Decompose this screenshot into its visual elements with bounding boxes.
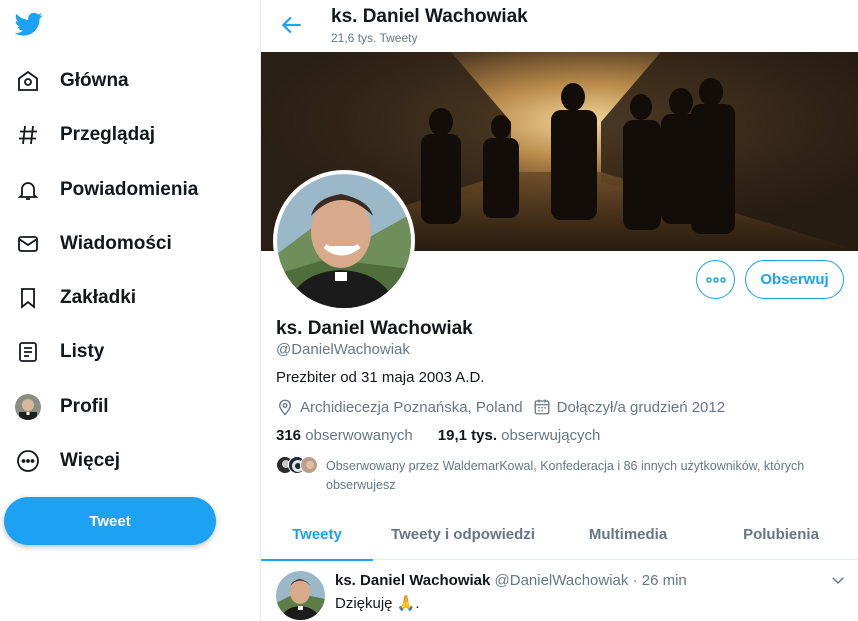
profile-name: ks. Daniel Wachowiak [276, 318, 473, 339]
avatar [14, 393, 42, 421]
sidebar-item-label: Profil [60, 396, 109, 417]
sidebar-item-messages[interactable]: Wiadomości [0, 224, 172, 264]
bookmark-icon [14, 284, 42, 312]
sidebar-item-more[interactable]: Więcej [0, 441, 120, 481]
profile-tabs: Tweety Tweety i odpowiedzi Multimedia Po… [261, 508, 858, 561]
followers-you-know-avatars[interactable] [276, 456, 318, 474]
sidebar-item-home[interactable]: Główna [0, 61, 129, 101]
tweet-header: ks. Daniel Wachowiak @DanielWachowiak · … [335, 572, 687, 589]
envelope-icon [14, 230, 42, 258]
profile-avatar[interactable] [273, 170, 415, 312]
avatar [300, 456, 318, 474]
tweet-time[interactable]: · 26 min [633, 572, 687, 589]
tweet-text: Dziękuję 🙏. [335, 595, 420, 612]
chevron-down-icon[interactable] [829, 571, 847, 589]
location-text: Archidiecezja Poznańska, Poland [300, 398, 523, 416]
sidebar-item-label: Główna [60, 70, 129, 91]
sidebar-item-label: Zakładki [60, 287, 137, 308]
page-title: ks. Daniel Wachowiak [331, 6, 528, 27]
more-options-button[interactable] [696, 260, 735, 299]
tab-tweets-and-replies[interactable]: Tweety i odpowiedzi [373, 508, 553, 560]
more-circle-icon [14, 447, 42, 475]
tweet-item[interactable]: ks. Daniel Wachowiak @DanielWachowiak · … [261, 561, 858, 621]
sidebar-item-label: Listy [60, 341, 105, 362]
bell-icon [14, 176, 42, 204]
sidebar-item-label: Powiadomienia [60, 179, 199, 200]
tab-tweets[interactable]: Tweety [261, 508, 373, 561]
tweet-count: 21,6 tys. Tweety [331, 31, 418, 45]
list-icon [14, 338, 42, 366]
sidebar-item-lists[interactable]: Listy [0, 332, 104, 372]
tab-media[interactable]: Multimedia [553, 508, 703, 560]
calendar-icon [534, 399, 550, 415]
location-pin-icon [279, 399, 291, 416]
profile-stats: 316 obserwowanych 19,1 tys. obserwującyc… [276, 427, 600, 444]
followed-by-text[interactable]: Obserwowany przez WaldemarKowal, Konfede… [326, 457, 846, 495]
profile-bio: Prezbiter od 31 maja 2003 A.D. [276, 369, 485, 386]
following-label: obserwowanych [305, 427, 413, 444]
profile-header-bar: ks. Daniel Wachowiak 21,6 tys. Tweety [261, 0, 858, 52]
home-icon [14, 67, 42, 95]
hashtag-icon [14, 121, 42, 149]
more-dots-icon [705, 276, 726, 283]
tweet-author-name[interactable]: ks. Daniel Wachowiak [335, 572, 490, 589]
tab-likes[interactable]: Polubienia [703, 508, 858, 560]
followers-label: obserwujących [501, 427, 601, 444]
sidebar-item-explore[interactable]: Przeglądaj [0, 115, 155, 155]
followers-count: 19,1 tys. [437, 427, 497, 444]
tweet-button[interactable]: Tweet [4, 497, 216, 545]
profile-meta: Archidiecezja Poznańska, Poland Dołączył… [276, 398, 735, 416]
sidebar-item-profile[interactable]: Profil [0, 387, 109, 427]
sidebar: Główna Przeglądaj Powiadomienia Wiadomoś… [0, 0, 260, 621]
profile-location: Archidiecezja Poznańska, Poland [276, 398, 523, 416]
sidebar-item-notifications[interactable]: Powiadomienia [0, 170, 198, 210]
joined-text: Dołączył/a grudzień 2012 [556, 398, 726, 416]
tweet-author-handle[interactable]: @DanielWachowiak [495, 572, 629, 589]
profile-handle: @DanielWachowiak [276, 341, 410, 358]
avatar[interactable] [276, 571, 325, 620]
following-count: 316 [276, 427, 302, 444]
following-link[interactable]: 316 obserwowanych [276, 427, 413, 444]
followers-link[interactable]: 19,1 tys. obserwujących [438, 427, 601, 444]
back-arrow-icon[interactable] [279, 12, 305, 38]
sidebar-item-label: Więcej [60, 450, 121, 471]
sidebar-item-bookmarks[interactable]: Zakładki [0, 278, 136, 318]
follow-button[interactable]: Obserwuj [745, 260, 844, 299]
profile-column: ks. Daniel Wachowiak 21,6 tys. Tweety Ob… [260, 0, 858, 621]
sidebar-item-label: Przeglądaj [60, 124, 156, 145]
twitter-bird-icon[interactable] [13, 10, 45, 38]
sidebar-item-label: Wiadomości [60, 233, 172, 254]
profile-joined: Dołączył/a grudzień 2012 [533, 398, 725, 416]
